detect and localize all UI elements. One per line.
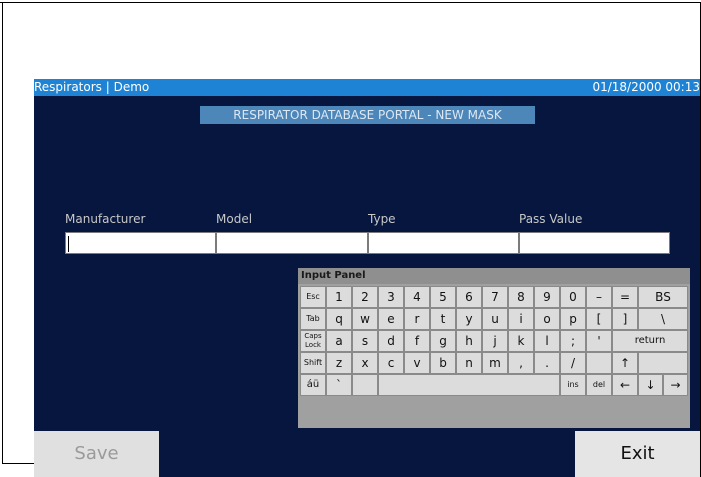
key-period[interactable]: . [534, 352, 560, 374]
key-r[interactable]: r [404, 308, 430, 330]
app-screen: Respirators | Demo 01/18/2000 00:13 RESP… [34, 79, 700, 477]
frame-border-top [0, 2, 700, 3]
key-h[interactable]: h [456, 330, 482, 352]
key-y[interactable]: y [456, 308, 482, 330]
key-left-bracket[interactable]: [ [586, 308, 612, 330]
key-shift[interactable]: Shift [300, 352, 326, 374]
key-insert[interactable]: ins [560, 374, 586, 396]
key-semicolon[interactable]: ; [560, 330, 586, 352]
key-t[interactable]: t [430, 308, 456, 330]
frame-border-left [2, 2, 3, 464]
type-label: Type [368, 212, 396, 226]
frame-border-bottom [2, 463, 36, 464]
key-0[interactable]: 0 [560, 286, 586, 308]
title-bar: Respirators | Demo 01/18/2000 00:13 [34, 79, 700, 96]
key-8[interactable]: 8 [508, 286, 534, 308]
key-backspace[interactable]: BS [638, 286, 688, 308]
key-1[interactable]: 1 [326, 286, 352, 308]
input-panel-title: Input Panel [298, 268, 690, 284]
key-tab[interactable]: Tab [300, 308, 326, 330]
key-3[interactable]: 3 [378, 286, 404, 308]
key-accent-toggle[interactable]: áü [300, 374, 326, 396]
key-return[interactable]: return [612, 330, 688, 352]
input-panel-keyboard: Input Panel Esc 1 2 3 4 5 6 7 8 9 0 – = … [298, 268, 690, 428]
text-caret [68, 236, 69, 252]
key-arrow-left[interactable]: ← [612, 374, 638, 396]
key-arrow-right[interactable]: → [663, 374, 688, 396]
app-title: Respirators | Demo [34, 80, 150, 94]
key-delete[interactable]: del [586, 374, 612, 396]
key-v[interactable]: v [404, 352, 430, 374]
key-space[interactable]: space [378, 374, 560, 396]
datetime-display: 01/18/2000 00:13 [592, 80, 700, 94]
key-p[interactable]: p [560, 308, 586, 330]
key-backtick[interactable]: ` [326, 374, 352, 396]
key-caps-lock[interactable]: Caps Lock [300, 330, 326, 352]
key-w[interactable]: w [352, 308, 378, 330]
key-9[interactable]: 9 [534, 286, 560, 308]
exit-button[interactable]: Exit [575, 431, 700, 477]
key-backslash[interactable]: \ [638, 308, 688, 330]
key-j[interactable]: j [482, 330, 508, 352]
key-s[interactable]: s [352, 330, 378, 352]
save-button[interactable]: Save [34, 431, 159, 477]
key-o[interactable]: o [534, 308, 560, 330]
pass-value-field[interactable] [519, 232, 670, 254]
key-slash[interactable]: / [560, 352, 586, 374]
key-arrow-up[interactable]: ↑ [612, 352, 638, 374]
key-n[interactable]: n [456, 352, 482, 374]
portal-title-banner: RESPIRATOR DATABASE PORTAL - NEW MASK [200, 106, 535, 124]
key-2[interactable]: 2 [352, 286, 378, 308]
key-7[interactable]: 7 [482, 286, 508, 308]
key-e[interactable]: e [378, 308, 404, 330]
key-d[interactable]: d [378, 330, 404, 352]
model-label: Model [216, 212, 253, 226]
key-5[interactable]: 5 [430, 286, 456, 308]
key-right-bracket[interactable]: ] [612, 308, 638, 330]
key-blank-r3b[interactable] [638, 352, 688, 374]
key-k[interactable]: k [508, 330, 534, 352]
manufacturer-label: Manufacturer [65, 212, 146, 226]
key-q[interactable]: q [326, 308, 352, 330]
key-l[interactable]: l [534, 330, 560, 352]
key-m[interactable]: m [482, 352, 508, 374]
key-a[interactable]: a [326, 330, 352, 352]
key-arrow-down[interactable]: ↓ [638, 374, 663, 396]
key-equals[interactable]: = [612, 286, 638, 308]
key-6[interactable]: 6 [456, 286, 482, 308]
key-g[interactable]: g [430, 330, 456, 352]
key-blank-r3a[interactable] [586, 352, 612, 374]
key-u[interactable]: u [482, 308, 508, 330]
key-4[interactable]: 4 [404, 286, 430, 308]
key-esc[interactable]: Esc [300, 286, 326, 308]
key-c[interactable]: c [378, 352, 404, 374]
model-field[interactable] [216, 232, 368, 254]
key-blank-r4[interactable] [352, 374, 378, 396]
key-minus[interactable]: – [586, 286, 612, 308]
key-apostrophe[interactable]: ' [586, 330, 612, 352]
manufacturer-field[interactable] [65, 232, 216, 254]
type-field[interactable] [368, 232, 519, 254]
key-i[interactable]: i [508, 308, 534, 330]
key-z[interactable]: z [326, 352, 352, 374]
key-b[interactable]: b [430, 352, 456, 374]
key-comma[interactable]: , [508, 352, 534, 374]
pass-value-label: Pass Value [519, 212, 583, 226]
key-f[interactable]: f [404, 330, 430, 352]
key-x[interactable]: x [352, 352, 378, 374]
